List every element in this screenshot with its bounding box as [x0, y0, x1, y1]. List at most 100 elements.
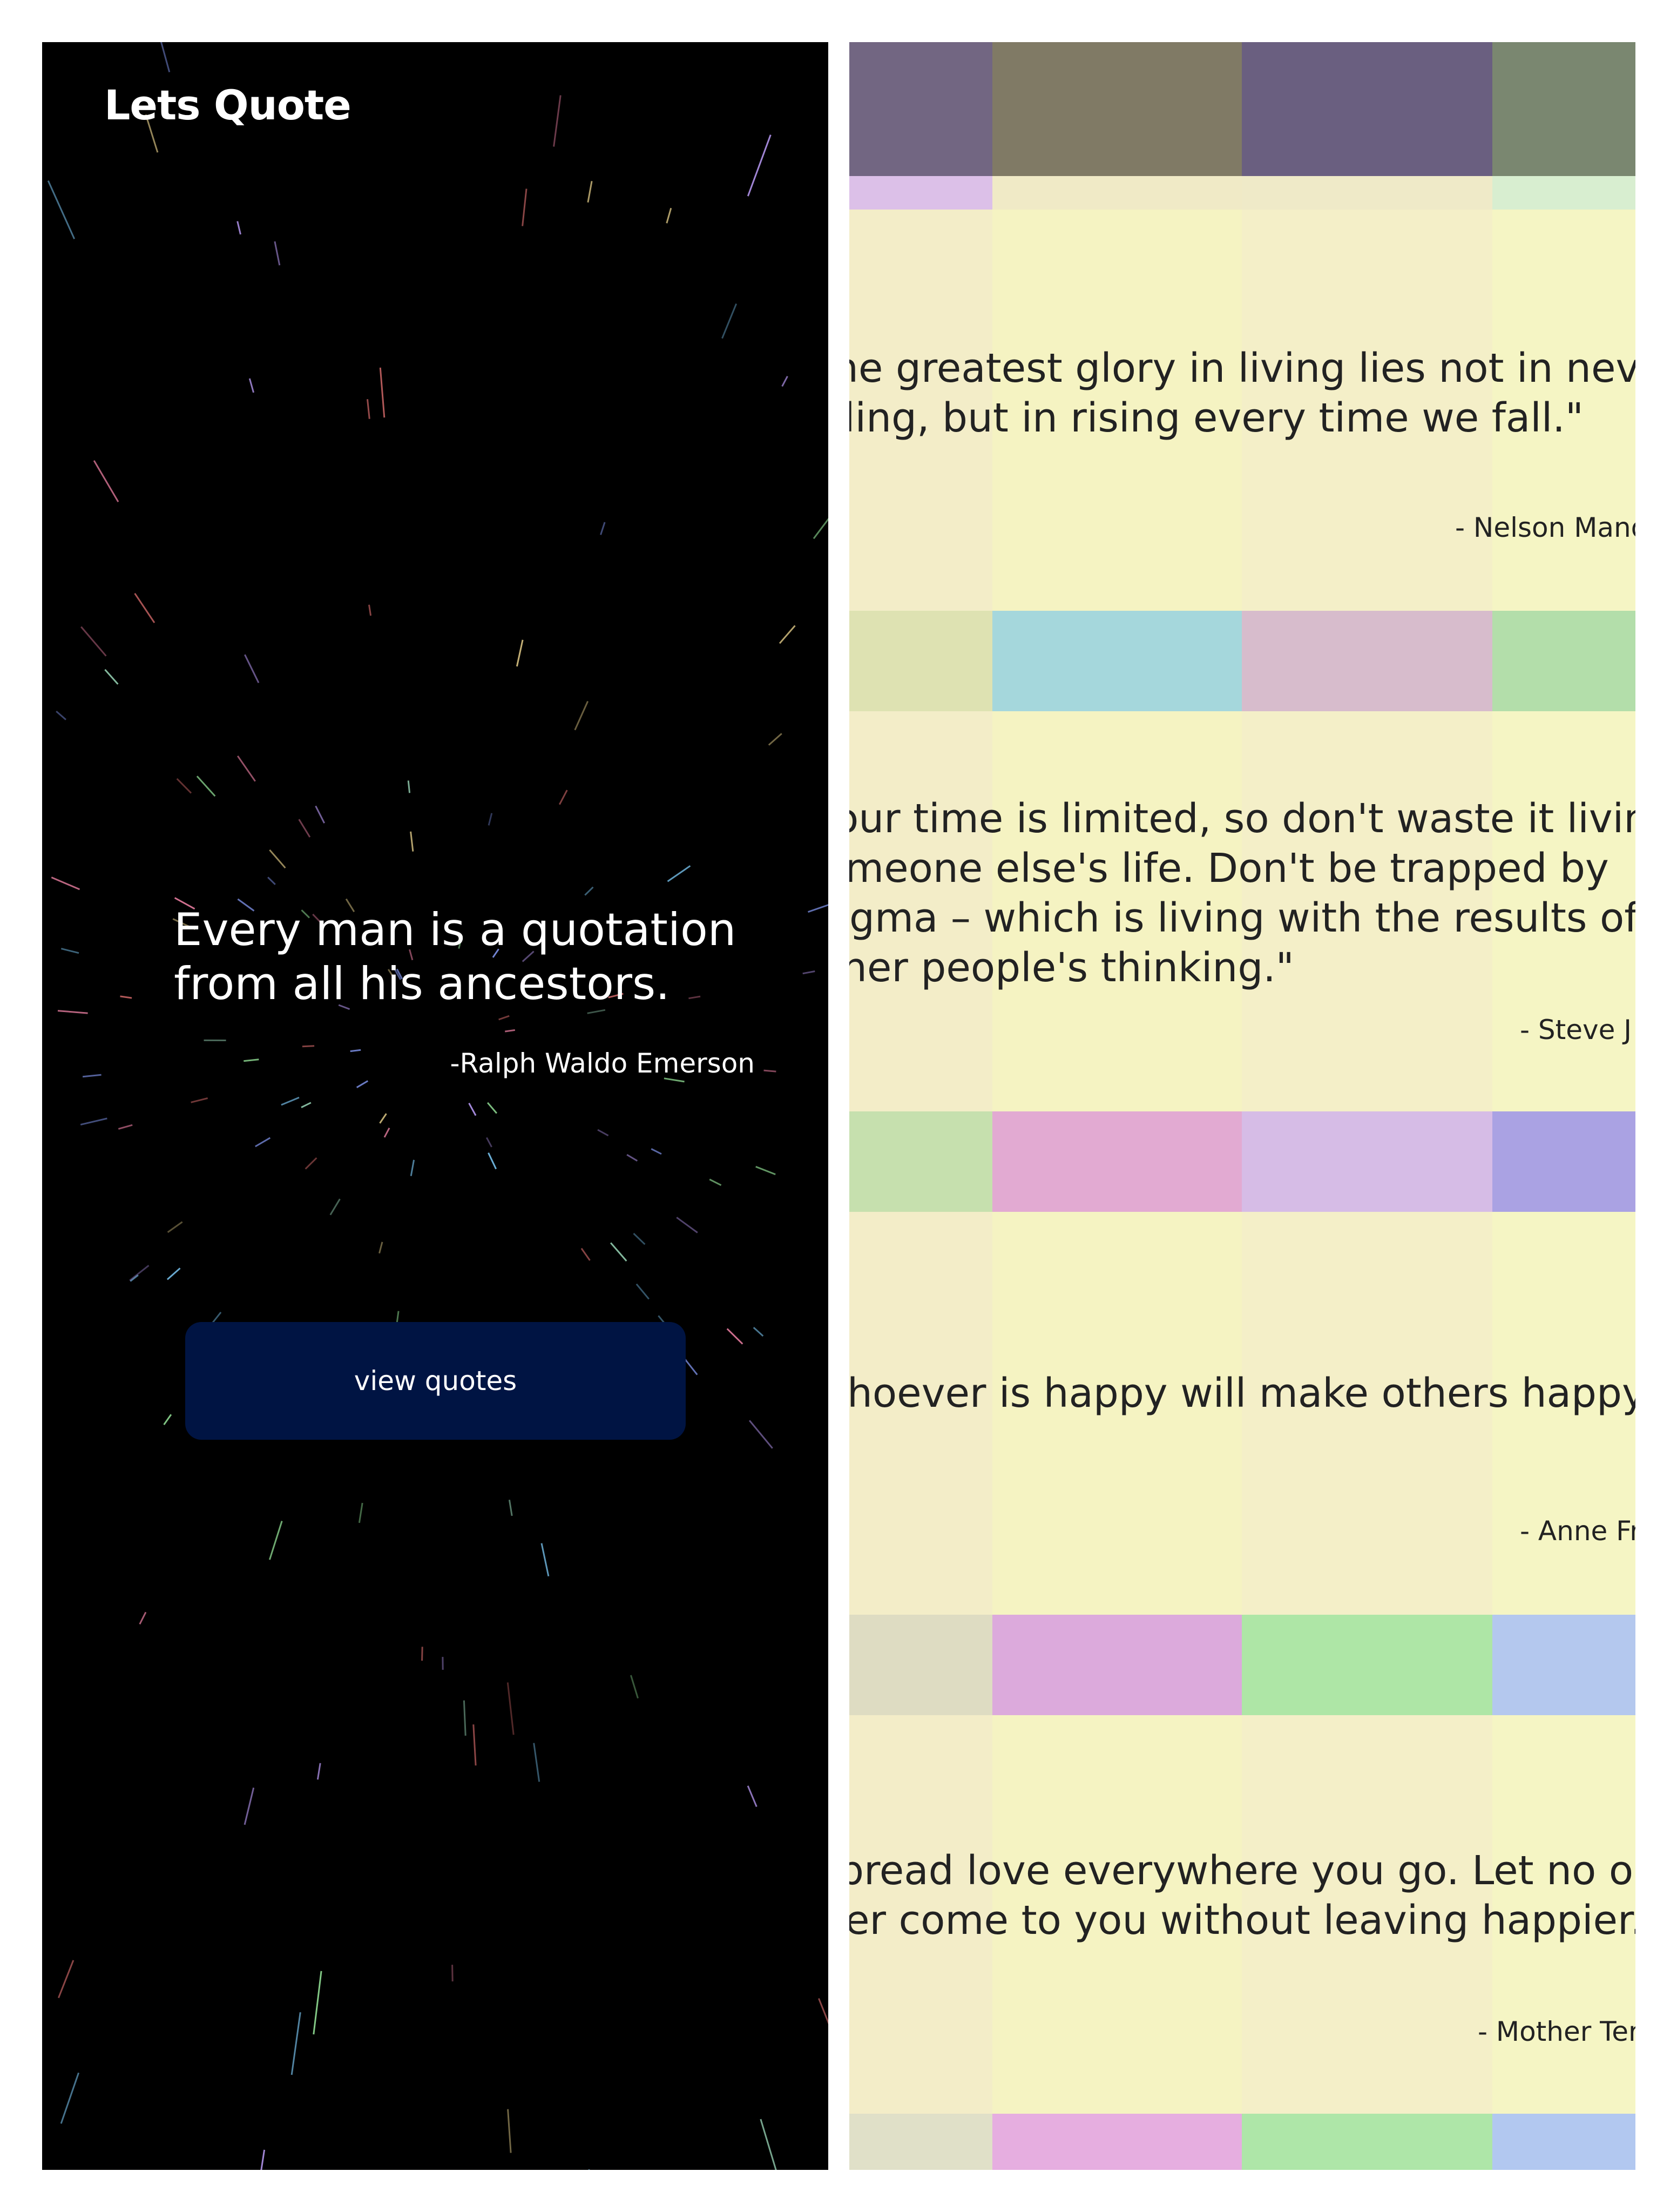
star-streak — [630, 1675, 639, 1699]
star-streak — [281, 1096, 300, 1106]
star-streak — [610, 1242, 627, 1262]
star-streak — [378, 1242, 383, 1254]
star-streak — [383, 1127, 390, 1138]
star-streak — [498, 1015, 510, 1021]
star-streak — [368, 604, 372, 616]
app-title: Lets Quote — [104, 81, 351, 129]
star-streak — [726, 1328, 743, 1345]
color-tile — [1242, 1111, 1492, 1212]
star-streak — [600, 522, 606, 535]
color-tile — [1492, 2114, 1635, 2170]
star-streak — [60, 948, 79, 954]
star-streak — [160, 42, 171, 72]
star-streak — [768, 733, 782, 746]
star-streak — [753, 1326, 764, 1337]
star-streak — [118, 1124, 133, 1130]
color-tile — [1242, 2114, 1492, 2170]
star-streak — [488, 813, 493, 826]
star-streak — [587, 181, 593, 203]
quote-text-line: gma – which is living with the results o… — [849, 895, 1635, 941]
color-tile-row — [849, 1615, 1635, 1715]
star-streak — [176, 778, 192, 794]
star-streak — [82, 1074, 102, 1078]
star-streak — [451, 1965, 454, 1982]
star-streak — [633, 1232, 646, 1245]
star-streak — [626, 1154, 638, 1162]
quote-text-line: ling, but in rising every time we fall." — [849, 395, 1584, 441]
color-tile — [849, 1615, 992, 1715]
star-streak — [134, 592, 155, 623]
star-streak — [558, 790, 568, 805]
star-streak — [329, 1198, 341, 1216]
featured-quote-text: Every man is a quotation from all his an… — [174, 903, 736, 1010]
star-streak — [56, 710, 66, 720]
star-streak — [166, 1267, 181, 1280]
color-tile — [1242, 1615, 1492, 1715]
star-streak — [676, 1217, 698, 1233]
star-streak — [316, 1763, 321, 1780]
star-streak — [244, 1788, 255, 1825]
star-streak — [584, 886, 594, 896]
star-streak — [507, 2109, 512, 2153]
star-streak — [139, 1611, 147, 1625]
star-streak — [244, 654, 260, 683]
quote-text-line: hoever is happy will make others happy t… — [849, 1370, 1635, 1417]
star-streak — [808, 904, 828, 913]
quote-text-line: meone else's life. Don't be trapped by — [849, 845, 1609, 892]
star-streak — [747, 134, 772, 197]
star-streak — [302, 1045, 315, 1048]
color-tile — [992, 1615, 1242, 1715]
star-streak — [236, 221, 241, 235]
view-quotes-button[interactable]: view quotes — [185, 1322, 686, 1440]
star-streak — [488, 1152, 497, 1170]
star-streak — [379, 367, 386, 418]
quote-text-line: er come to you without leaving happier." — [849, 1897, 1635, 1944]
star-streak — [298, 819, 311, 838]
quote-author: - Nelson Mand — [1455, 512, 1635, 543]
star-streak — [51, 876, 80, 891]
star-streak — [818, 1998, 828, 2025]
star-streak — [60, 2072, 80, 2124]
star-streak — [267, 876, 276, 885]
home-screen: Lets Quote Every man is a quotation from… — [42, 42, 828, 2170]
quote-text-line: our time is limited, so don't waste it l… — [849, 795, 1635, 842]
star-streak — [468, 1102, 477, 1116]
header-strip — [992, 176, 1242, 210]
star-streak — [580, 1247, 591, 1261]
star-streak — [167, 1221, 183, 1233]
star-streak — [58, 1960, 75, 1999]
star-streak — [588, 2169, 590, 2170]
quote-text-line: her people's thinking." — [849, 945, 1294, 991]
quote-text-line: pread love everywhere you go. Let no one — [849, 1847, 1635, 1894]
star-streak — [802, 970, 815, 975]
star-streak — [80, 1117, 107, 1126]
star-streak — [57, 1010, 88, 1014]
color-tile-row — [849, 1111, 1635, 1212]
star-streak — [358, 1502, 363, 1523]
star-streak — [540, 1543, 550, 1577]
star-streak — [748, 1420, 773, 1449]
star-streak — [196, 775, 216, 797]
star-streak — [667, 865, 691, 882]
star-streak — [472, 1724, 477, 1766]
star-streak — [709, 1178, 722, 1186]
star-streak — [269, 849, 286, 869]
star-streak — [813, 517, 828, 539]
header-strip — [1242, 176, 1492, 210]
star-streak — [421, 1647, 423, 1661]
star-streak — [779, 625, 796, 644]
star-streak — [274, 241, 281, 266]
star-streak — [80, 626, 107, 657]
star-streak — [553, 95, 562, 147]
star-streak — [486, 1102, 498, 1114]
color-tile — [1242, 611, 1492, 711]
star-streak — [313, 1971, 322, 2035]
quote-author: - Steve J — [1520, 1014, 1632, 1046]
featured-quote-author: -Ralph Waldo Emerson — [450, 1048, 755, 1079]
header-strip — [1492, 176, 1635, 210]
color-tile — [992, 611, 1242, 711]
header-tile — [849, 42, 992, 176]
star-streak — [305, 1157, 317, 1170]
star-streak — [191, 1097, 208, 1103]
star-streak — [760, 2119, 777, 2170]
